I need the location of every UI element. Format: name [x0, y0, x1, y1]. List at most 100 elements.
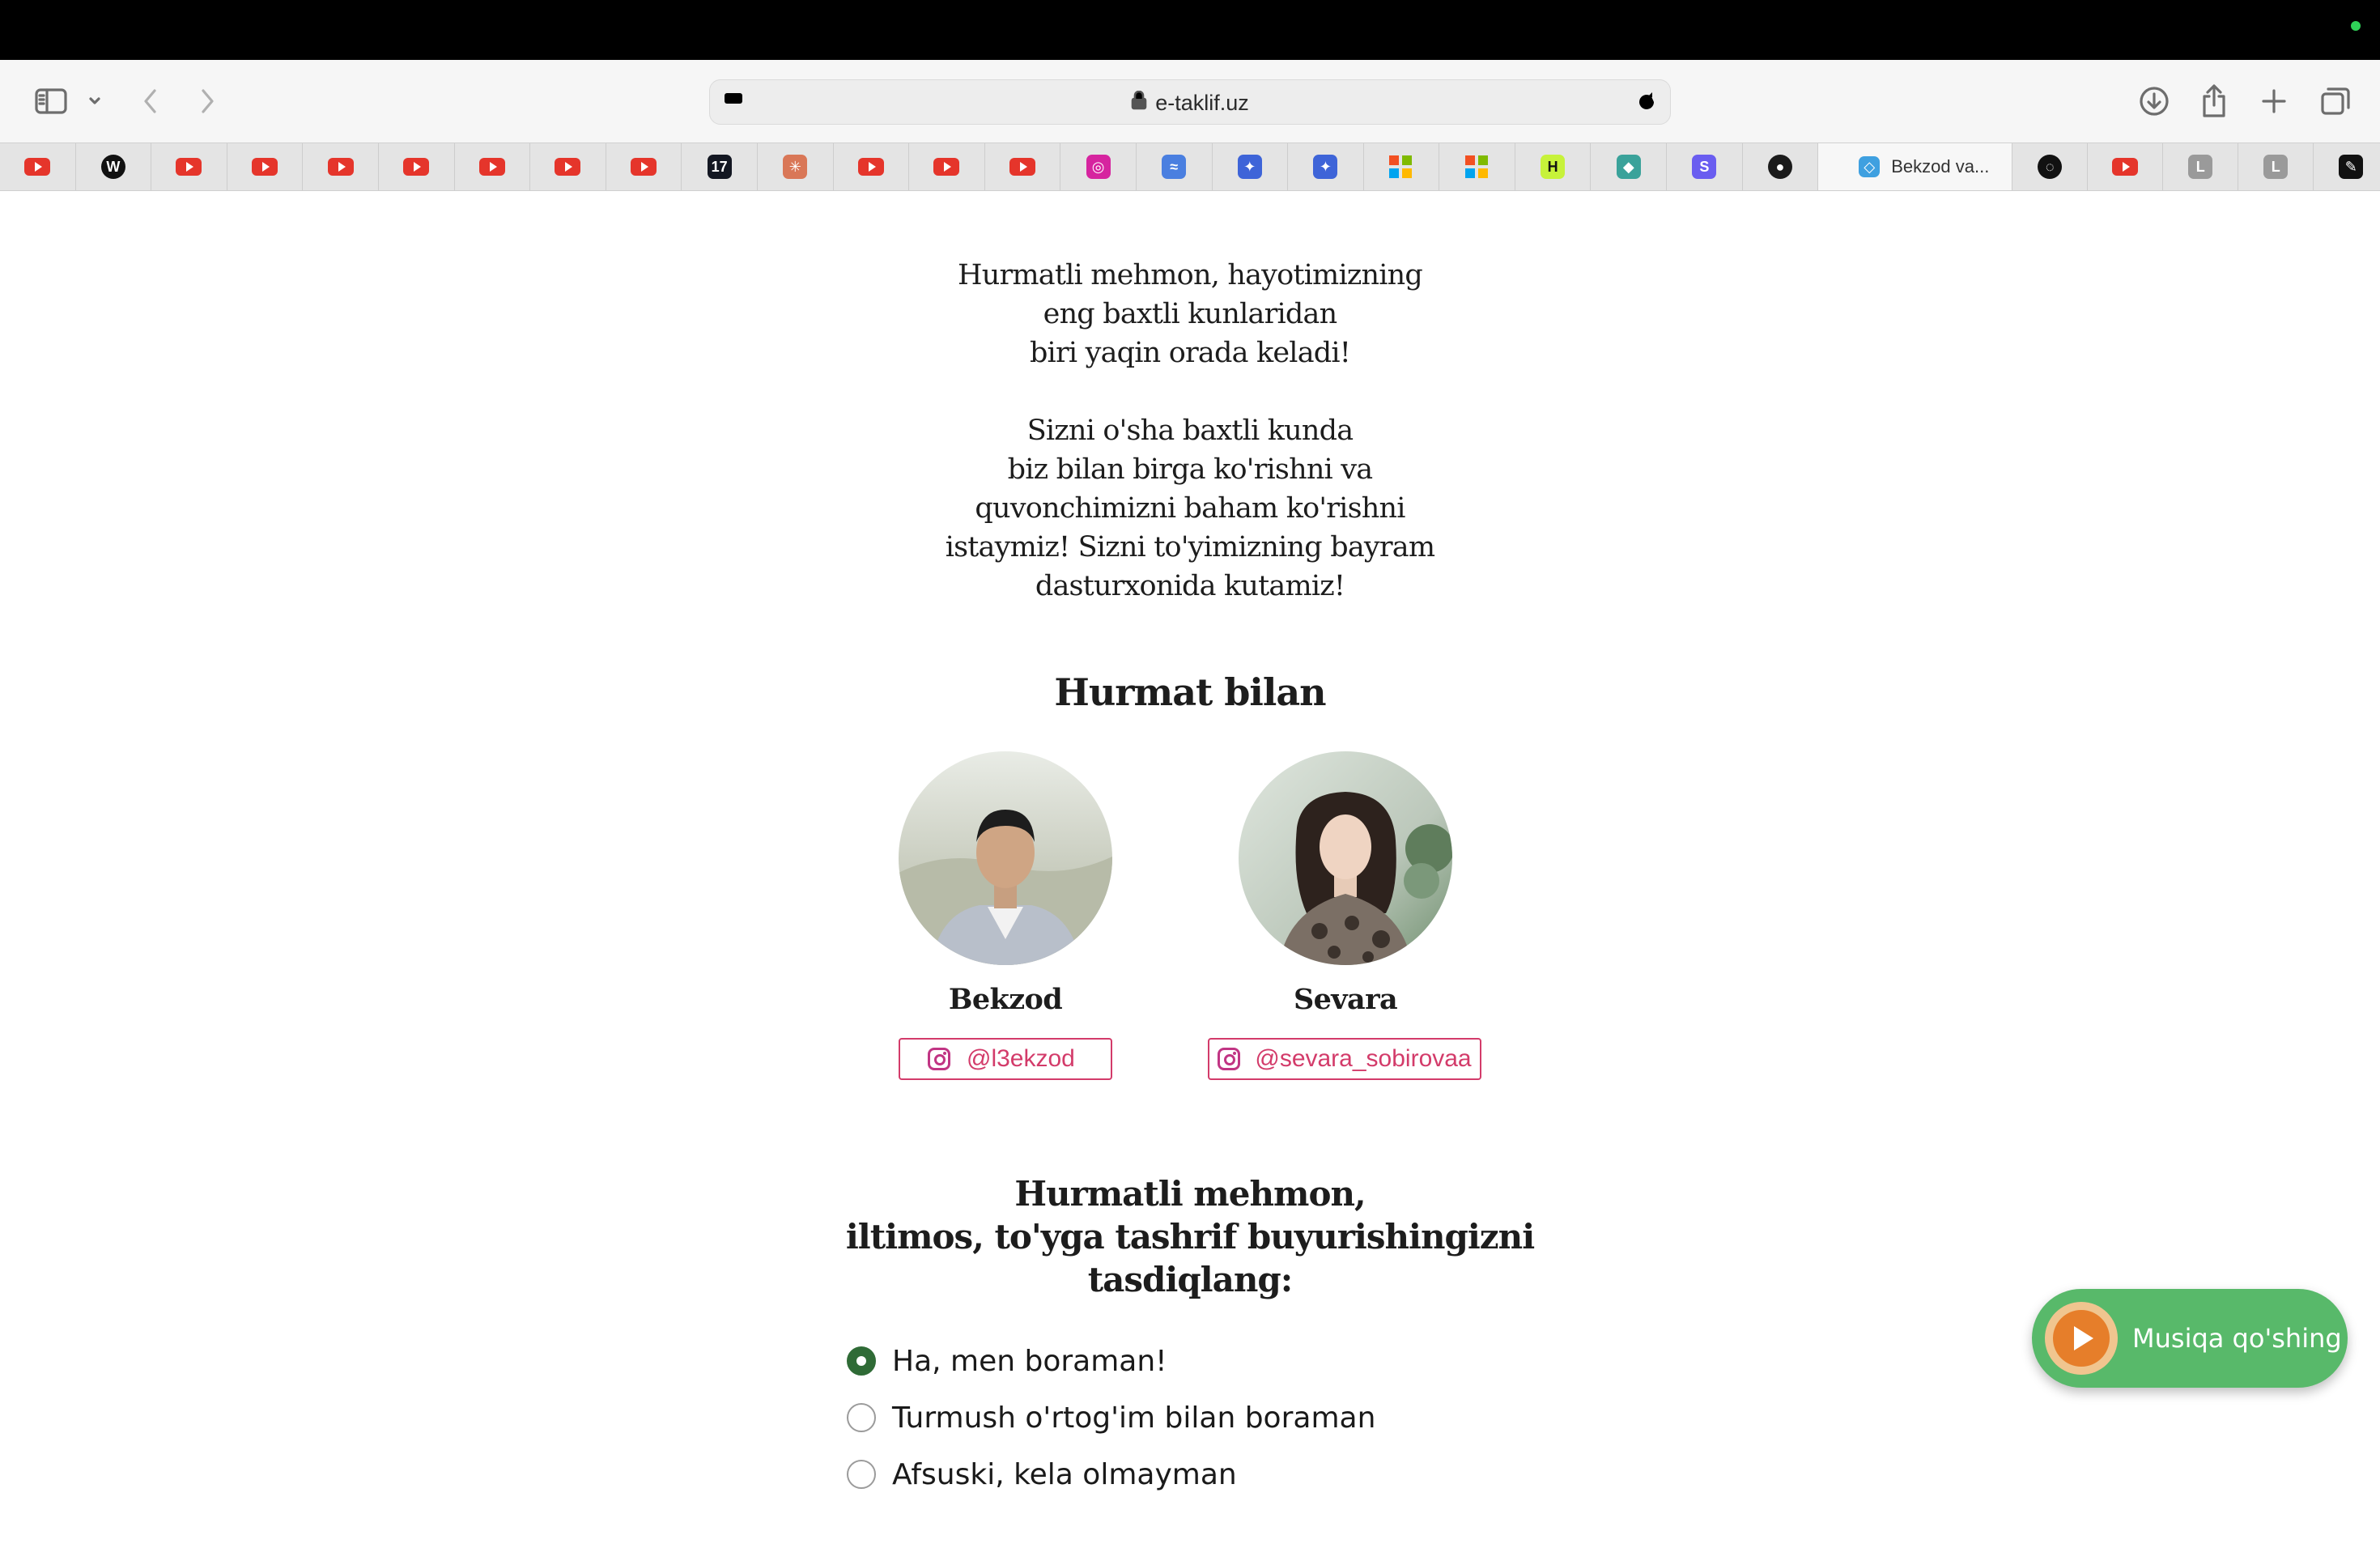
rsvp-option-label: Turmush o'rtog'im bilan boraman	[892, 1401, 1376, 1435]
tab-overview-icon[interactable]	[2315, 78, 2356, 125]
downloads-icon[interactable]	[2134, 78, 2174, 125]
youtube-icon	[555, 158, 581, 176]
rsvp-option[interactable]: Turmush o'rtog'im bilan boraman	[847, 1389, 1375, 1446]
pen-icon: ✎	[2339, 155, 2364, 179]
intro2-line: istaymiz! Sizni to'yimizning bayram	[945, 531, 1435, 563]
tab-active[interactable]: ◇ Bekzod va...	[1818, 143, 2013, 190]
regards-heading: Hurmat bilan	[1054, 670, 1326, 714]
url-text: e-taklif.uz	[1155, 90, 1249, 115]
site-favicon-icon: ◇	[1859, 156, 1881, 177]
pinned-tab-1[interactable]	[2088, 143, 2164, 190]
new-tab-icon[interactable]	[2255, 78, 2293, 125]
favorite-tab-18[interactable]	[1364, 143, 1440, 190]
youtube-icon	[24, 158, 51, 176]
bride-name: Sevara	[1293, 983, 1398, 1016]
pinned-tab-2[interactable]: L	[2163, 143, 2239, 190]
intro1-line: Hurmatli mehmon, hayotimizning	[958, 259, 1423, 291]
wing-icon: ≈	[1162, 155, 1187, 179]
favorite-tab-11[interactable]	[834, 143, 910, 190]
l-icon: L	[2263, 155, 2289, 179]
claude-icon: ✳	[783, 155, 808, 179]
microsoft-icon	[1388, 155, 1413, 179]
favorite-tab-16[interactable]: ✦	[1213, 143, 1289, 190]
bride-avatar	[1239, 751, 1452, 965]
sidebar-toggle-icon[interactable]	[29, 78, 73, 125]
active-tab-label: Bekzod va...	[1891, 156, 1990, 176]
favorite-tab-21[interactable]: ◆	[1591, 143, 1668, 190]
rsvp-question: Hurmatli mehmon, iltimos, to'yga tashrif …	[826, 1172, 1554, 1301]
favorite-tab-2[interactable]	[151, 143, 227, 190]
invitation-page: Hurmatli mehmon, hayotimizning eng baxtli…	[0, 191, 2380, 1548]
favorite-tab-4[interactable]	[303, 143, 379, 190]
favorite-tab-22[interactable]: S	[1667, 143, 1743, 190]
intro2-line: Sizni o'sha baxtli kunda	[1026, 415, 1354, 447]
forward-button[interactable]	[191, 78, 223, 125]
intro-paragraph-1: Hurmatli mehmon, hayotimizning eng baxtli…	[866, 256, 1514, 372]
bride-instagram-handle: @sevara_sobirovaa	[1255, 1045, 1472, 1072]
pinned-tab-3[interactable]: L	[2238, 143, 2314, 190]
favorite-tab-9[interactable]: 17	[682, 143, 758, 190]
bride-instagram-link[interactable]: @sevara_sobirovaa	[1208, 1038, 1481, 1080]
w-icon: W	[100, 155, 125, 179]
intro2-line: biz bilan birga ko'rishni va	[1007, 453, 1373, 486]
rsvp-option[interactable]: Afsuski, kela olmayman	[847, 1446, 1375, 1503]
intro1-line: biri yaqin orada keladi!	[1029, 337, 1351, 369]
share-icon[interactable]	[2194, 78, 2234, 125]
favorite-tab-8[interactable]	[606, 143, 682, 190]
favorite-tab-23[interactable]: ●	[1743, 143, 1819, 190]
rsvp-options: Ha, men boraman! Turmush o'rtog'im bilan …	[847, 1333, 1375, 1503]
favorite-tab-6[interactable]	[455, 143, 531, 190]
youtube-icon	[403, 158, 430, 176]
bird-icon: ✦	[1237, 155, 1262, 179]
favorite-tab-20[interactable]: H	[1515, 143, 1592, 190]
favorite-tab-5[interactable]	[379, 143, 455, 190]
intro1-line: eng baxtli kunlaridan	[1043, 298, 1337, 330]
instagram-icon	[1218, 1048, 1241, 1070]
favorite-tab-12[interactable]	[909, 143, 985, 190]
tradingview-icon: 17	[707, 155, 732, 179]
groom-instagram-link[interactable]: @l3ekzod	[899, 1038, 1112, 1080]
pinned-tab-4[interactable]: ✎	[2314, 143, 2380, 190]
radio-button[interactable]	[847, 1346, 876, 1376]
favorite-tab-1[interactable]: W	[76, 143, 152, 190]
camera-indicator-icon	[2351, 21, 2361, 31]
radio-button[interactable]	[847, 1403, 876, 1432]
hashnode-icon: H	[1541, 155, 1566, 179]
youtube-icon	[478, 158, 505, 176]
favorite-tab-3[interactable]	[227, 143, 304, 190]
question-line: tasdiqlang:	[1087, 1260, 1294, 1299]
circle-icon: ◌	[2038, 155, 2063, 179]
question-line: iltimos, to'yga tashrif buyurishingizni	[845, 1217, 1535, 1257]
instagram-icon: ◎	[1086, 155, 1111, 179]
l-icon: L	[2188, 155, 2213, 179]
youtube-icon	[2112, 158, 2139, 176]
diamond-icon: ◆	[1616, 155, 1641, 179]
favorite-tab-13[interactable]	[985, 143, 1061, 190]
menu-bar	[0, 0, 2380, 60]
intro2-line: quvonchimizni baham ko'rishni	[975, 492, 1405, 525]
youtube-icon	[327, 158, 354, 176]
reload-icon[interactable]	[1634, 90, 1659, 118]
back-button[interactable]	[134, 78, 167, 125]
address-bar[interactable]: e-taklif.uz	[709, 79, 1671, 125]
favorite-tab-17[interactable]: ✦	[1288, 143, 1364, 190]
chevron-down-icon[interactable]	[84, 78, 105, 125]
github-icon: ●	[1767, 155, 1792, 179]
pinned-tab-0[interactable]: ◌	[2012, 143, 2089, 190]
music-button-label: Musiqa qo'shing	[2132, 1323, 2342, 1354]
microsoft-icon	[1464, 155, 1490, 179]
music-button[interactable]: Musiqa qo'shing	[2032, 1289, 2348, 1388]
s-icon: S	[1692, 155, 1717, 179]
rsvp-option[interactable]: Ha, men boraman!	[847, 1333, 1375, 1389]
host-card-groom: Bekzod	[899, 751, 1112, 1016]
browser-toolbar: e-taklif.uz	[0, 60, 2380, 142]
favorite-tab-7[interactable]	[530, 143, 606, 190]
favorite-tab-14[interactable]: ◎	[1060, 143, 1137, 190]
instagram-icon	[928, 1048, 950, 1070]
favorite-tab-19[interactable]	[1439, 143, 1515, 190]
favorite-tab-15[interactable]: ≈	[1137, 143, 1213, 190]
favorite-tab-10[interactable]: ✳	[758, 143, 834, 190]
bird-icon: ✦	[1313, 155, 1338, 179]
radio-button[interactable]	[847, 1460, 876, 1489]
favorite-tab-0[interactable]	[0, 143, 76, 190]
